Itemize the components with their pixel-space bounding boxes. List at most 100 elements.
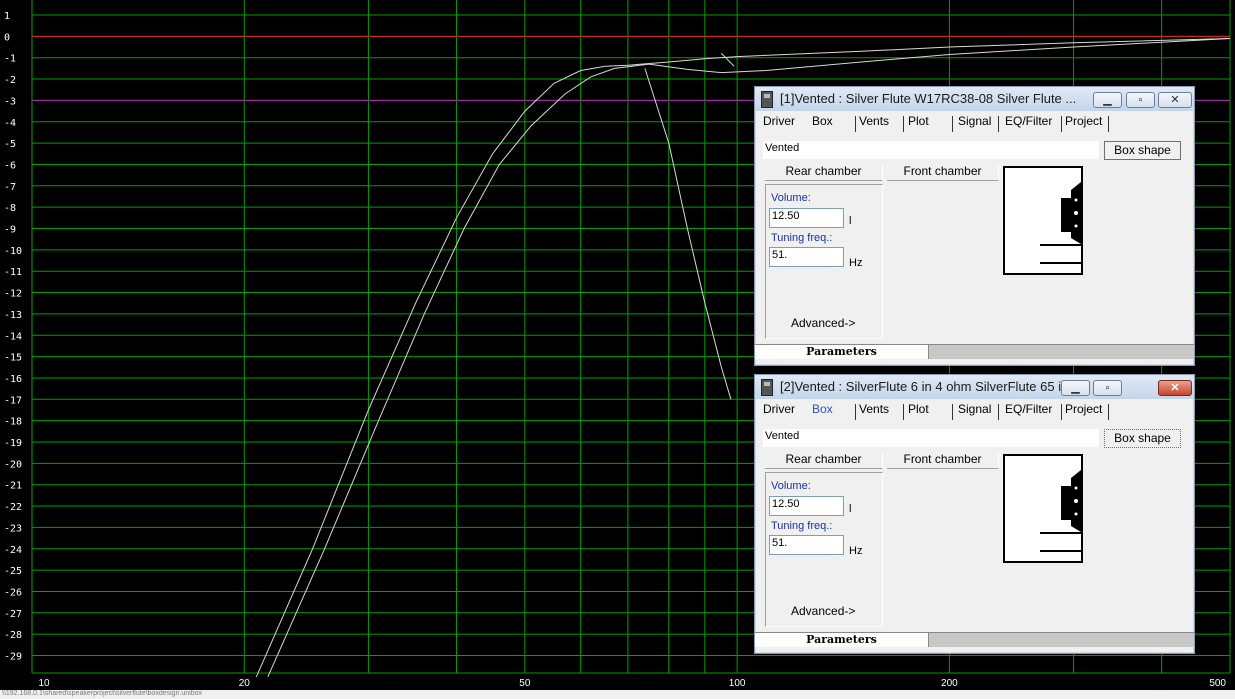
x-tick-label: 10: [38, 678, 50, 689]
tab-vents[interactable]: Vents: [859, 114, 889, 128]
box-shape-preview: [1003, 166, 1083, 275]
y-tick-label: -20: [4, 459, 22, 470]
tab-box[interactable]: Box: [812, 114, 833, 128]
tab-project[interactable]: Project: [1065, 114, 1102, 128]
tuning-freq-unit: Hz: [849, 545, 863, 557]
x-tick-label: 200: [941, 678, 958, 689]
box-type-field[interactable]: Vented: [763, 141, 1099, 159]
y-tick-label: -1: [4, 54, 16, 65]
y-tick-label: 1: [4, 11, 10, 22]
rear-chamber-button[interactable]: Rear chamber: [765, 452, 883, 469]
parameters-tab[interactable]: Parameters: [755, 633, 929, 647]
tuning-freq-unit: Hz: [849, 257, 863, 269]
y-tick-label: -2: [4, 75, 16, 86]
tab-driver[interactable]: Driver: [763, 402, 795, 416]
y-tick-label: -16: [4, 374, 22, 385]
tuning-freq-input[interactable]: 51.: [769, 535, 844, 555]
front-chamber-button[interactable]: Front chamber: [887, 164, 999, 181]
maximize-icon: ▫: [1105, 382, 1110, 394]
y-tick-label: -26: [4, 587, 22, 598]
close-button[interactable]: ✕: [1158, 380, 1192, 396]
x-tick-label: 500: [1209, 678, 1226, 689]
x-tick-label: 50: [519, 678, 531, 689]
y-tick-label: -7: [4, 182, 16, 193]
minimize-icon: ▁: [1103, 94, 1112, 106]
window-titlebar[interactable]: [1]Vented : Silver Flute W17RC38-08 Silv…: [755, 87, 1194, 111]
status-bar: \\192.168.0.1\shared\speakerproject\silv…: [0, 690, 1235, 699]
maximize-button[interactable]: ▫: [1126, 92, 1155, 108]
x-tick-label: 20: [239, 678, 251, 689]
y-tick-label: -21: [4, 481, 22, 492]
front-chamber-button[interactable]: Front chamber: [887, 452, 999, 469]
box-type-field[interactable]: Vented: [763, 429, 1099, 447]
tab-plot[interactable]: Plot: [908, 114, 929, 128]
tab-bar: Driver Box Vents Plot Signal EQ/Filter P…: [755, 112, 1194, 134]
volume-input[interactable]: 12.50: [769, 208, 844, 228]
y-tick-label: -23: [4, 523, 22, 534]
box-shape-preview: [1003, 454, 1083, 563]
y-tick-label: -29: [4, 652, 22, 663]
box-shape-button[interactable]: Box shape: [1104, 141, 1181, 160]
parameters-tab[interactable]: Parameters: [755, 345, 929, 359]
tab-vents[interactable]: Vents: [859, 402, 889, 416]
y-tick-label: -15: [4, 353, 22, 364]
minimize-button[interactable]: ▁: [1093, 92, 1122, 108]
maximize-button[interactable]: ▫: [1093, 380, 1122, 396]
y-tick-label: -18: [4, 417, 22, 428]
minimize-icon: ▁: [1071, 382, 1080, 394]
tab-plot[interactable]: Plot: [908, 402, 929, 416]
window-titlebar[interactable]: [2]Vented : SilverFlute 6 in 4 ohm Silve…: [755, 375, 1194, 399]
volume-unit: l: [849, 503, 852, 515]
maximize-icon: ▫: [1138, 94, 1143, 106]
advanced-button[interactable]: Advanced->: [791, 604, 855, 618]
volume-label: Volume:: [771, 480, 811, 492]
tab-signal[interactable]: Signal: [958, 402, 991, 416]
app-icon: [761, 91, 773, 108]
tab-signal[interactable]: Signal: [958, 114, 991, 128]
tab-driver[interactable]: Driver: [763, 114, 795, 128]
y-tick-label: -12: [4, 289, 22, 300]
tuning-freq-label: Tuning freq.:: [771, 520, 833, 532]
y-tick-label: -17: [4, 395, 22, 406]
enclosure-drawing: [1040, 470, 1081, 552]
volume-input[interactable]: 12.50: [769, 496, 844, 516]
box-shape-button[interactable]: Box shape: [1104, 429, 1181, 448]
y-tick-label: -10: [4, 246, 22, 257]
minimize-button[interactable]: ▁: [1061, 380, 1090, 396]
tab-eq-filter[interactable]: EQ/Filter: [1005, 402, 1052, 416]
y-tick-label: -25: [4, 566, 22, 577]
x-tick-label: 100: [729, 678, 746, 689]
bottom-tab-bar: Parameters: [755, 344, 1194, 359]
y-tick-label: -11: [4, 267, 22, 278]
window-title: [2]Vented : SilverFlute 6 in 4 ohm Silve…: [780, 379, 1083, 394]
tab-bar: Driver Box Vents Plot Signal EQ/Filter P…: [755, 400, 1194, 422]
y-tick-label: -19: [4, 438, 22, 449]
bottom-tab-bar: Parameters: [755, 632, 1194, 647]
y-tick-label: -22: [4, 502, 22, 513]
close-icon: ✕: [1170, 382, 1180, 394]
box-window-2[interactable]: [2]Vented : SilverFlute 6 in 4 ohm Silve…: [754, 374, 1195, 654]
status-text: \\192.168.0.1\shared\speakerproject\silv…: [2, 690, 203, 697]
box-window-1[interactable]: [1]Vented : Silver Flute W17RC38-08 Silv…: [754, 86, 1195, 366]
y-tick-label: -14: [4, 331, 22, 342]
y-tick-label: -4: [4, 118, 16, 129]
tab-project[interactable]: Project: [1065, 402, 1102, 416]
advanced-button[interactable]: Advanced->: [791, 316, 855, 330]
y-tick-label: -8: [4, 203, 16, 214]
y-tick-label: -13: [4, 310, 22, 321]
tab-eq-filter[interactable]: EQ/Filter: [1005, 114, 1052, 128]
y-tick-label: -5: [4, 139, 16, 150]
tab-box[interactable]: Box: [812, 402, 833, 416]
window-title: [1]Vented : Silver Flute W17RC38-08 Silv…: [780, 91, 1077, 106]
y-tick-label: -6: [4, 160, 16, 171]
enclosure-drawing: [1040, 182, 1081, 264]
rear-chamber-button[interactable]: Rear chamber: [765, 164, 883, 181]
tuning-freq-input[interactable]: 51.: [769, 247, 844, 267]
y-tick-label: -24: [4, 545, 22, 556]
y-tick-label: -3: [4, 96, 16, 107]
y-tick-label: -27: [4, 609, 22, 620]
close-button[interactable]: ✕: [1158, 92, 1192, 108]
volume-unit: l: [849, 215, 852, 227]
tuning-freq-label: Tuning freq.:: [771, 232, 833, 244]
y-tick-label: -9: [4, 225, 16, 236]
